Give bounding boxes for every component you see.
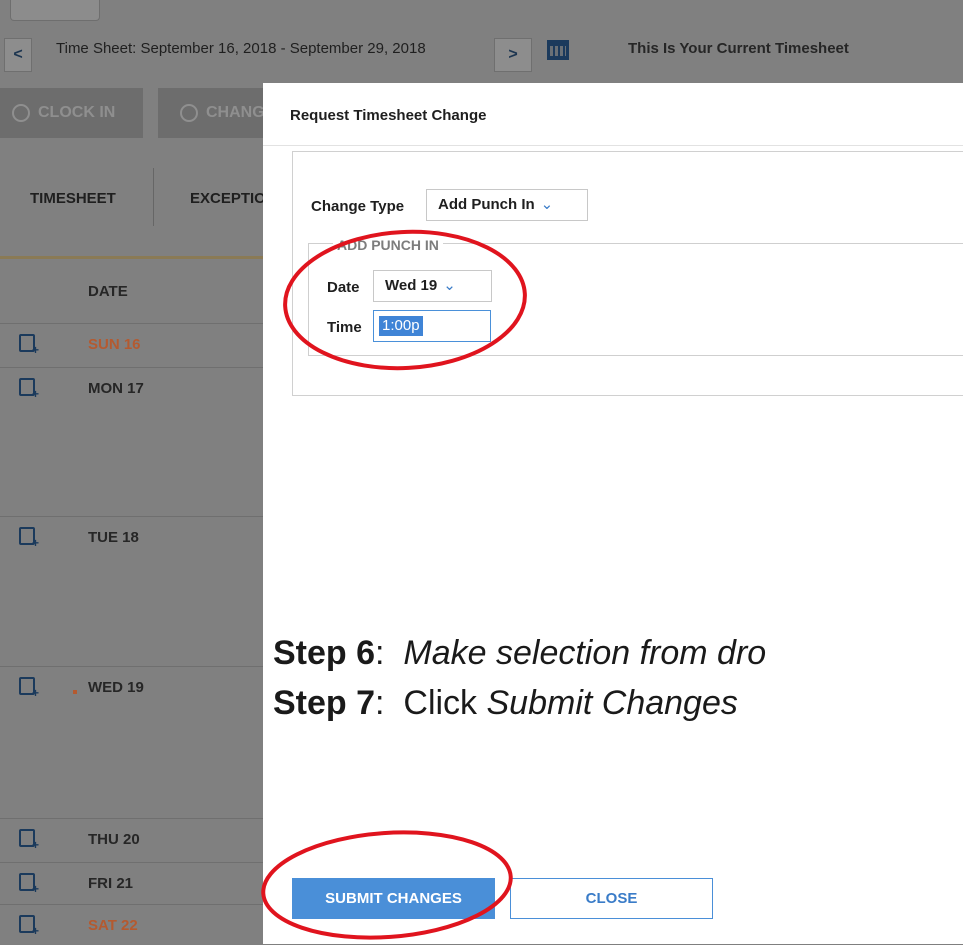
top-button-stub	[10, 0, 100, 21]
row-date-label: FRI 21	[88, 875, 134, 892]
modal-divider	[263, 145, 963, 146]
row-date-label: MON 17	[88, 380, 144, 397]
table-row: FRI 21	[0, 862, 263, 905]
row-date-label: THU 20	[88, 831, 140, 848]
row-date-label: SUN 16	[88, 336, 141, 353]
today-marker	[73, 690, 77, 694]
row-date-label: WED 19	[88, 679, 144, 696]
clock-in-button[interactable]: CLOCK IN	[0, 88, 143, 138]
calendar-icon[interactable]	[547, 40, 569, 60]
add-note-icon[interactable]	[19, 527, 39, 550]
table-row: WED 19	[0, 666, 263, 819]
step-7-instruction: Step 7: Click Submit Changes	[273, 684, 738, 722]
tab-timesheet[interactable]: TIMESHEET	[30, 190, 116, 207]
row-date-label: TUE 18	[88, 529, 139, 546]
next-period-button[interactable]: >	[494, 38, 532, 72]
time-label: Time	[327, 319, 362, 336]
date-label: Date	[327, 279, 360, 296]
add-note-icon[interactable]	[19, 829, 39, 852]
close-button[interactable]: CLOSE	[510, 878, 713, 919]
submit-changes-button[interactable]: SUBMIT CHANGES	[292, 878, 495, 919]
change-button[interactable]: CHANG	[158, 88, 265, 138]
time-input-selected-text: 1:00p	[379, 316, 423, 336]
step-6-instruction: Step 6: Make selection from dro	[273, 634, 767, 672]
table-row: TUE 18	[0, 516, 263, 667]
clock-icon	[12, 103, 30, 122]
date-column-header: DATE	[88, 283, 128, 300]
chevron-right-icon: >	[508, 46, 518, 63]
table-row: SUN 16	[0, 323, 263, 368]
change-type-label: Change Type	[311, 198, 405, 215]
add-note-icon[interactable]	[19, 873, 39, 896]
chevron-left-icon: <	[13, 46, 23, 63]
add-note-icon[interactable]	[19, 677, 39, 700]
section-legend: ADD PUNCH IN	[333, 237, 443, 253]
time-input[interactable]: 1:00p	[373, 310, 491, 342]
date-select[interactable]: Wed 19 ⌄	[373, 270, 492, 302]
prev-period-button[interactable]: <	[4, 38, 32, 72]
add-note-icon[interactable]	[19, 915, 39, 938]
table-row: SAT 22	[0, 904, 263, 945]
add-note-icon[interactable]	[19, 378, 39, 401]
table-row: THU 20	[0, 818, 263, 863]
modal-title: Request Timesheet Change	[290, 107, 487, 124]
current-timesheet-text: This Is Your Current Timesheet	[628, 40, 849, 57]
chevron-down-icon: ⌄	[540, 196, 554, 213]
row-date-label: SAT 22	[88, 917, 138, 934]
tab-exceptions[interactable]: EXCEPTIO	[190, 190, 266, 207]
request-change-modal: Request Timesheet Change Change Type Add…	[263, 83, 963, 944]
chevron-down-icon: ⌄	[443, 277, 456, 294]
table-row: MON 17	[0, 367, 263, 517]
change-type-select[interactable]: Add Punch In ⌄	[426, 189, 588, 221]
timesheet-period-text: Time Sheet: September 16, 2018 - Septemb…	[56, 40, 426, 57]
add-note-icon[interactable]	[19, 334, 39, 357]
history-icon	[180, 103, 198, 122]
tab-underline	[0, 256, 263, 259]
